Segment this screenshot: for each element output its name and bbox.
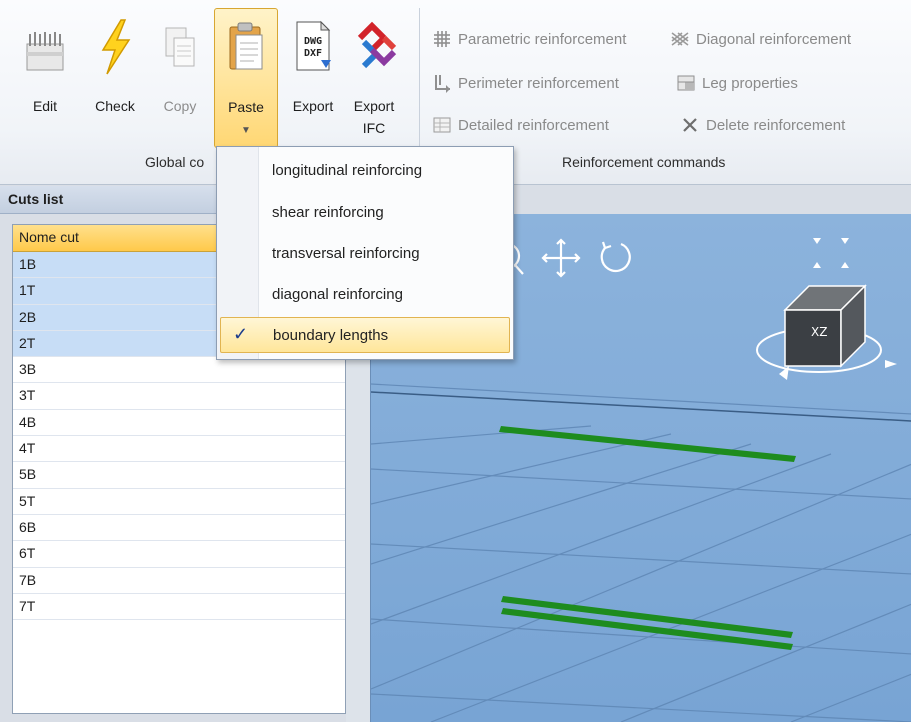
detailed-reinforcement-button[interactable]: Detailed reinforcement	[432, 112, 609, 138]
dwg-dxf-file-icon: DWG DXF	[296, 20, 331, 71]
grid-icon	[432, 29, 452, 49]
check-button[interactable]: Check	[84, 8, 146, 148]
cube-face-label: XZ	[811, 325, 827, 339]
dxf-text: DXF	[304, 48, 322, 59]
parametric-reinforcement-label: Parametric reinforcement	[458, 30, 627, 48]
check-label: Check	[95, 98, 135, 114]
list-item[interactable]: 7B	[13, 568, 345, 594]
list-item[interactable]: 3B	[13, 357, 345, 384]
diagonal-reinforcement-button[interactable]: Diagonal reinforcement	[670, 26, 851, 52]
list-item[interactable]: 5B	[13, 462, 345, 489]
diagonal-reinforcement-label: Diagonal reinforcement	[696, 30, 852, 48]
export-ifc-label-line1: Export	[353, 98, 395, 114]
copy-icon	[165, 27, 195, 67]
list-item[interactable]: 4B	[13, 410, 345, 437]
list-item[interactable]: 6B	[13, 515, 345, 542]
list-item[interactable]: 3T	[13, 383, 345, 410]
perimeter-reinforcement-button[interactable]: Perimeter reinforcement	[432, 70, 619, 96]
navigation-cube: XZ	[756, 284, 897, 380]
menu-item-label: shear reinforcing	[272, 204, 384, 221]
lightning-icon	[101, 19, 131, 75]
export-ifc-label-line2: IFC	[362, 120, 386, 136]
export-button[interactable]: DWG DXF Export	[282, 8, 344, 148]
export-ifc-button[interactable]: Export IFC	[344, 8, 404, 148]
rebar-bars	[499, 426, 796, 650]
clipboard-icon	[229, 22, 263, 70]
menu-item-label: boundary lengths	[273, 327, 389, 344]
list-item[interactable]: 6T	[13, 541, 345, 568]
fit-view-icon	[813, 238, 849, 268]
delete-reinforcement-button[interactable]: Delete reinforcement	[680, 112, 845, 138]
menu-item-label: diagonal reinforcing	[272, 286, 403, 303]
menu-item-label: transversal reinforcing	[272, 245, 420, 262]
diagonal-mesh-icon	[670, 29, 690, 49]
list-item[interactable]: 5T	[13, 489, 345, 515]
ifc-logo-icon	[357, 21, 397, 69]
edit-icon	[26, 32, 64, 71]
dwg-text: DWG	[304, 36, 322, 47]
list-item[interactable]: 7T	[13, 594, 345, 621]
delete-reinforcement-label: Delete reinforcement	[706, 116, 846, 134]
table-icon	[432, 115, 452, 135]
menu-item-shear-reinforcing[interactable]: shear reinforcing	[220, 195, 510, 231]
leg-properties-label: Leg properties	[702, 74, 798, 92]
detailed-reinforcement-label: Detailed reinforcement	[458, 116, 609, 134]
menu-item-boundary-lengths[interactable]: ✓ boundary lengths	[220, 317, 510, 353]
paste-dropdown-menu: longitudinal reinforcing shear reinforci…	[216, 146, 514, 360]
perimeter-icon	[432, 73, 452, 93]
global-commands-group-label: Global co	[145, 154, 205, 170]
copy-label: Copy	[163, 98, 197, 114]
paste-label: Paste	[228, 99, 264, 115]
copy-button[interactable]: Copy	[150, 8, 210, 148]
menu-item-longitudinal-reinforcing[interactable]: longitudinal reinforcing	[220, 153, 510, 189]
edit-label: Edit	[32, 98, 58, 114]
checkmark-icon: ✓	[233, 324, 249, 344]
leg-properties-icon	[676, 73, 696, 93]
perimeter-reinforcement-label: Perimeter reinforcement	[458, 74, 619, 92]
dropdown-arrow-icon[interactable]: ▼	[215, 125, 277, 136]
menu-item-label: longitudinal reinforcing	[272, 162, 423, 179]
menu-item-diagonal-reinforcing[interactable]: diagonal reinforcing	[220, 277, 510, 313]
delete-x-icon	[680, 115, 700, 135]
leg-properties-button[interactable]: Leg properties	[676, 70, 798, 96]
export-label: Export	[292, 98, 334, 114]
parametric-reinforcement-button[interactable]: Parametric reinforcement	[432, 26, 626, 52]
menu-item-transversal-reinforcing[interactable]: transversal reinforcing	[220, 236, 510, 272]
edit-button[interactable]: Edit	[14, 8, 76, 148]
reinforcement-commands-group-label: Reinforcement commands	[562, 154, 726, 170]
list-item[interactable]: 4T	[13, 436, 345, 463]
paste-button[interactable]: Paste ▼	[214, 8, 278, 148]
